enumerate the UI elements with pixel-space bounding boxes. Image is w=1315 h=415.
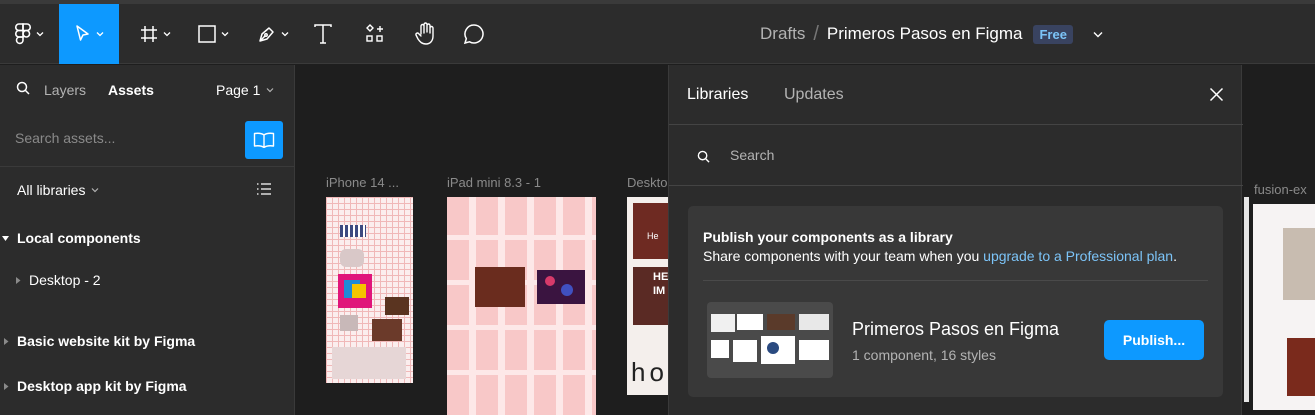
frame-ipad[interactable] — [447, 197, 596, 415]
breadcrumb: Drafts / Primeros Pasos en Figma Free — [760, 22, 1103, 46]
libraries-modal-tabs: Libraries Updates — [669, 65, 1243, 125]
section-label: Basic website kit by Figma — [17, 333, 196, 349]
triangle-down-icon — [2, 235, 9, 241]
main-menu-button[interactable] — [0, 4, 58, 64]
breadcrumb-drafts[interactable]: Drafts — [760, 24, 805, 44]
component-group-desktop-2[interactable]: Desktop - 2 — [15, 272, 101, 288]
comment-tool-button[interactable] — [456, 4, 492, 64]
chevron-down-icon — [36, 32, 44, 37]
frame-label-iphone[interactable]: iPhone 14 ... — [326, 175, 399, 190]
search-icon — [697, 150, 710, 163]
figma-logo-icon — [15, 23, 31, 45]
publish-button[interactable]: Publish... — [1104, 320, 1204, 360]
text-tool-button[interactable] — [305, 4, 341, 64]
plan-badge: Free — [1033, 24, 1073, 44]
hand-icon — [415, 22, 434, 45]
image-thumb — [385, 297, 409, 315]
sidebar-tabs: Layers Assets Page 1 — [0, 65, 295, 113]
image-thumb — [537, 270, 585, 304]
toolbar: Drafts / Primeros Pasos en Figma Free — [0, 0, 1315, 64]
cursor-arrow-icon — [76, 25, 89, 41]
pen-tool-button[interactable] — [248, 4, 298, 64]
tab-libraries[interactable]: Libraries — [687, 86, 748, 104]
chevron-down-icon — [281, 32, 289, 37]
image-thumb — [475, 267, 525, 307]
frame-snippet-text: ho — [631, 357, 668, 387]
tab-updates[interactable]: Updates — [784, 86, 844, 104]
section-basic-website-kit[interactable]: Basic website kit by Figma — [3, 333, 195, 349]
breadcrumb-separator: / — [813, 22, 819, 45]
library-filter-label: All libraries — [17, 182, 86, 198]
chevron-down-icon — [266, 88, 274, 93]
list-view-icon[interactable] — [256, 181, 272, 197]
triangle-right-icon — [4, 382, 9, 390]
triangle-right-icon — [4, 337, 9, 345]
square-icon — [198, 25, 216, 43]
asset-search-input[interactable] — [15, 130, 215, 146]
image-thumb — [1287, 338, 1315, 396]
library-filter-dropdown[interactable]: All libraries — [17, 182, 99, 198]
image-thumb — [340, 225, 366, 237]
publish-description: Share components with your team when you… — [703, 248, 1177, 264]
shape-tool-button[interactable] — [188, 4, 238, 64]
comment-bubble-icon — [463, 24, 484, 45]
publish-description-end: . — [1173, 248, 1177, 264]
frame-fusion[interactable] — [1253, 204, 1315, 410]
library-name: Primeros Pasos en Figma — [852, 319, 1060, 339]
section-local-components[interactable]: Local components — [2, 230, 141, 246]
page-selector[interactable]: Page 1 — [216, 82, 274, 98]
chevron-down-icon — [96, 32, 104, 37]
publish-library-card: Publish your components as a library Sha… — [688, 206, 1223, 397]
publish-description-text: Share components with your team when you — [703, 248, 984, 264]
frame-label-desktop[interactable]: Deskto — [627, 175, 667, 190]
frame-label-fusion[interactable]: fusion-ex — [1254, 182, 1307, 197]
search-icon[interactable] — [16, 81, 30, 95]
text-t-icon — [314, 24, 332, 44]
chevron-down-icon — [221, 32, 229, 37]
image-thumb — [372, 319, 402, 341]
chevron-down-icon — [163, 32, 171, 37]
file-name[interactable]: Primeros Pasos en Figma — [827, 24, 1023, 44]
team-library-button[interactable] — [245, 121, 283, 159]
hand-tool-button[interactable] — [407, 4, 443, 64]
left-sidebar: Layers Assets Page 1 All libraries Local… — [0, 65, 295, 415]
publish-heading: Publish your components as a library — [703, 229, 953, 245]
tab-assets[interactable]: Assets — [108, 82, 154, 98]
triangle-right-icon — [16, 276, 21, 284]
image-thumb — [338, 274, 372, 308]
divider — [703, 280, 1208, 281]
tab-layers[interactable]: Layers — [44, 82, 86, 98]
component-group-label: Desktop - 2 — [29, 272, 101, 288]
close-icon[interactable] — [1209, 87, 1224, 102]
chevron-down-icon[interactable] — [1093, 31, 1103, 38]
library-search-input[interactable] — [730, 147, 1030, 163]
frame-tool-button[interactable] — [130, 4, 180, 64]
library-search-row — [669, 126, 1243, 186]
pen-nib-icon — [259, 27, 274, 42]
section-desktop-app-kit[interactable]: Desktop app kit by Figma — [3, 378, 187, 394]
page-selector-label: Page 1 — [216, 82, 261, 98]
library-meta: 1 component, 16 styles — [852, 347, 996, 363]
frame-snippet-text: HE — [653, 271, 669, 283]
frame-snippet-text: IM — [653, 285, 666, 297]
resources-tool-button[interactable] — [357, 4, 393, 64]
open-book-icon — [253, 132, 275, 148]
chevron-down-icon — [92, 188, 99, 193]
shape-thumb — [332, 347, 406, 379]
frame-iphone[interactable] — [326, 197, 413, 383]
section-label: Local components — [17, 230, 141, 246]
frame-snippet-text: He — [647, 231, 659, 241]
section-label: Desktop app kit by Figma — [17, 378, 187, 394]
frame-edge — [1244, 197, 1249, 402]
shape-thumb — [340, 315, 358, 331]
libraries-modal: Libraries Updates Publish your component… — [668, 65, 1243, 415]
shape-thumb — [340, 249, 364, 267]
resources-icon — [366, 24, 383, 42]
library-thumbnail — [707, 302, 833, 378]
move-tool-button[interactable] — [59, 4, 119, 64]
upgrade-plan-link[interactable]: upgrade to a Professional plan — [983, 248, 1173, 264]
frame-label-ipad[interactable]: iPad mini 8.3 - 1 — [447, 175, 541, 190]
hash-frame-icon — [141, 26, 157, 42]
image-thumb — [1283, 228, 1315, 300]
